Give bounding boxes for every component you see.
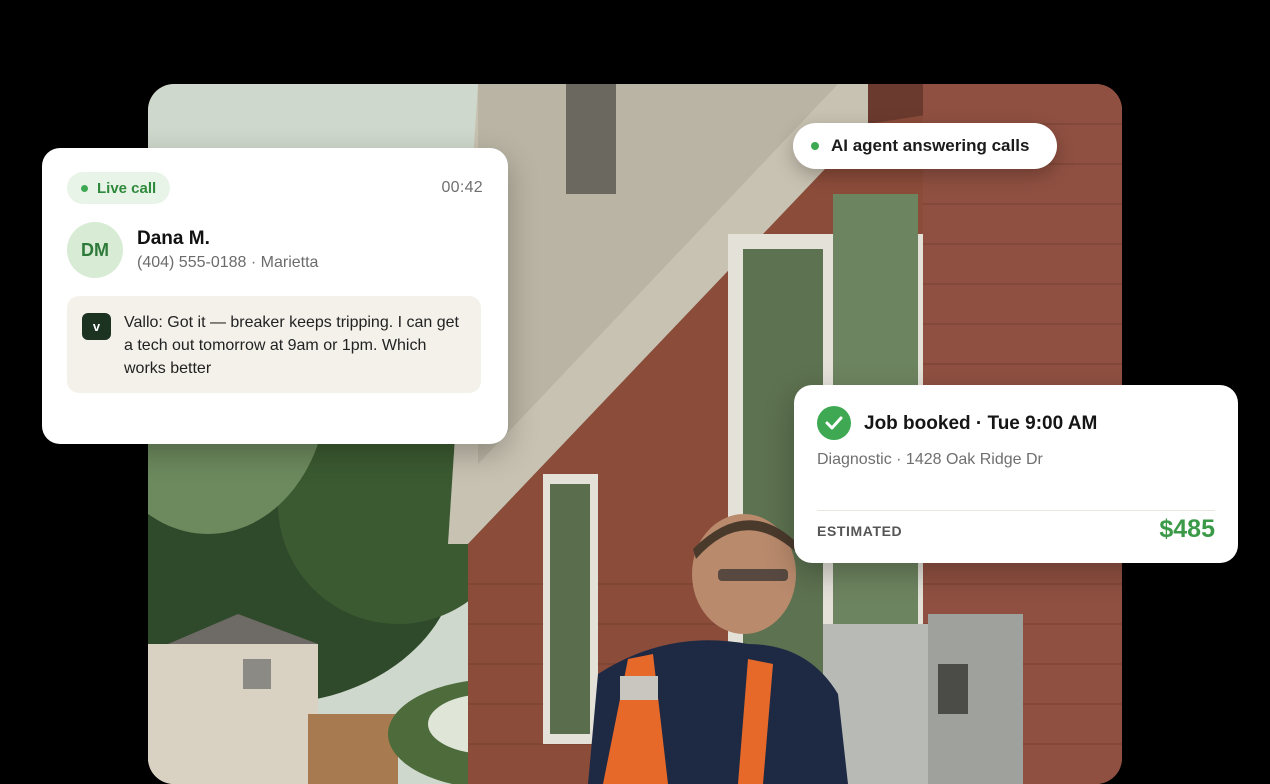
job-title: Job booked · Tue 9:00 AM	[864, 413, 1098, 434]
estimate-label: ESTIMATED	[817, 523, 903, 539]
live-call-label: Live call	[97, 179, 157, 197]
status-dot-icon	[811, 142, 819, 150]
job-booked-card: Job booked · Tue 9:00 AM Diagnostic · 14…	[794, 385, 1238, 563]
agent-badge: v	[82, 313, 111, 340]
caller-avatar: DM	[67, 222, 123, 278]
job-details: Diagnostic · 1428 Oak Ridge Dr	[817, 451, 1043, 468]
status-dot-icon	[81, 184, 88, 192]
live-call-badge: Live call	[67, 172, 171, 204]
estimate-value: $485	[1159, 515, 1215, 543]
caller-name: Dana M.	[137, 228, 210, 249]
caller-details: (404) 555-0188 · Marietta	[137, 254, 319, 271]
ai-agent-status-pill: AI agent answering calls	[793, 123, 1057, 169]
call-transcript: v Vallo: Got it — breaker keeps tripping…	[67, 296, 481, 393]
ai-agent-status-label: AI agent answering calls	[831, 136, 1030, 155]
divider	[817, 510, 1215, 511]
caller-initials: DM	[81, 239, 109, 260]
transcript-text: Vallo: Got it — breaker keeps tripping. …	[124, 314, 459, 377]
live-call-card: Live call 00:42 DM Dana M. (404) 555-018…	[42, 148, 508, 444]
check-icon	[817, 406, 851, 440]
call-timer: 00:42	[441, 179, 483, 196]
